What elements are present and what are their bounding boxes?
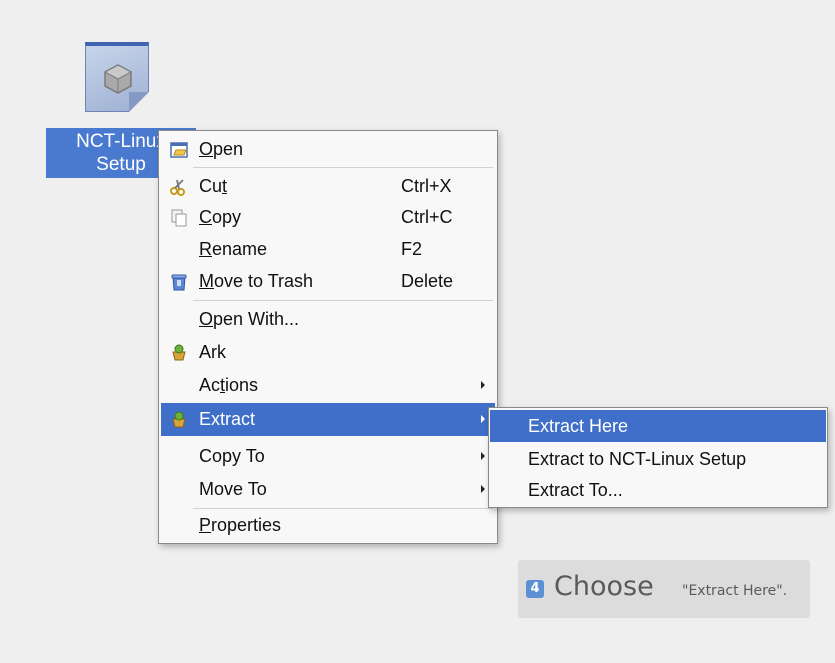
menu-label-ark: Ark [199,342,226,362]
menu-shortcut-rename: F2 [401,239,423,259]
menu-label-copy: Copy [199,207,242,227]
package-file-icon[interactable] [85,42,151,114]
menu-label-move-to-trash: Move to Trash [199,271,314,291]
menu-item-copy-to[interactable]: Copy To [161,440,495,473]
menu-label-cut: Cut [199,176,228,196]
scissors-icon [170,179,185,196]
menu-item-properties[interactable]: Properties [161,509,495,542]
submenu-item-extract-to[interactable]: Extract To... [490,474,826,506]
menu-item-move-to[interactable]: Move To [161,473,495,506]
submenu-label-extract-to-folder: Extract to NCT-Linux Setup [528,449,747,469]
ark-icon [172,411,186,428]
menu-label-move-to: Move To [199,479,267,499]
menu-label-extract: Extract [199,409,256,429]
menu-shortcut-copy: Ctrl+C [401,207,453,227]
menu-label-actions: Actions [199,375,259,395]
open-icon [170,142,188,158]
submenu-arrow-icon [481,415,485,423]
instruction-verb: Choose [554,571,654,602]
submenu-arrow-icon [481,485,485,493]
menu-label-properties: Properties [199,515,282,535]
extract-submenu: Extract Here Extract to NCT-Linux Setup … [488,407,828,508]
context-menu: Open Cut Ctrl+X Copy Ctrl+C Rename F2 Mo… [158,130,498,544]
submenu-item-extract-to-folder[interactable]: Extract to NCT-Linux Setup [490,443,826,475]
menu-item-extract[interactable]: Extract [161,403,495,436]
menu-item-rename[interactable]: Rename F2 [161,233,495,266]
instruction-target: "Extract Here". [682,583,788,599]
submenu-item-extract-here[interactable]: Extract Here [490,410,826,442]
submenu-arrow-icon [481,381,485,389]
menu-item-open-with[interactable]: Open With... [161,303,495,336]
submenu-label-extract-to: Extract To... [528,480,623,500]
menu-label-open: Open [199,139,244,159]
menu-label-open-with: Open With... [199,309,300,329]
menu-shortcut-move-to-trash: Delete [401,271,454,291]
menu-separator [193,300,493,301]
submenu-arrow-icon [481,452,485,460]
menu-item-ark[interactable]: Ark [161,336,495,369]
menu-label-rename: Rename [199,239,268,259]
instruction-callout: 4 Choose "Extract Here". [518,560,810,618]
menu-item-cut[interactable]: Cut Ctrl+X [161,170,495,203]
menu-label-copy-to: Copy To [199,446,265,466]
menu-item-open[interactable]: Open [161,133,495,166]
step-number-badge: 4 [526,580,544,598]
menu-separator [193,167,493,168]
menu-item-actions[interactable]: Actions [161,369,495,402]
package-icon [103,64,133,94]
submenu-label-extract-here: Extract Here [528,416,629,436]
desktop: NCT-Linux Setup Open Cut Ctrl+X Copy Ctr… [0,0,835,663]
ark-icon [172,344,186,361]
menu-shortcut-cut: Ctrl+X [401,176,452,196]
menu-item-move-to-trash[interactable]: Move to Trash Delete [161,265,495,298]
menu-item-copy[interactable]: Copy Ctrl+C [161,201,495,234]
copy-icon [171,209,187,227]
trash-icon [171,274,187,291]
